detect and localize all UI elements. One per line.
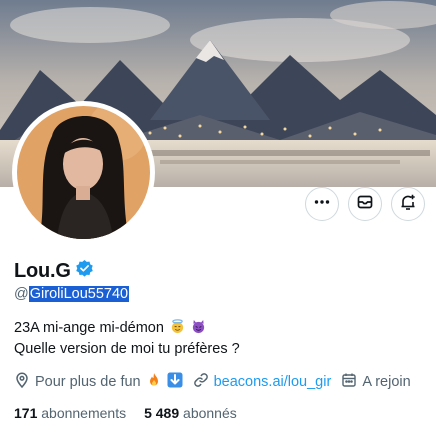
notify-button[interactable] — [391, 187, 425, 221]
bio: 23A mi-ange mi-démon Quelle version de m… — [14, 318, 240, 360]
location-text: Pour plus de fun — [35, 374, 141, 390]
bio-line-1: 23A mi-ange mi-démon — [14, 320, 164, 336]
followers-label: abonnés — [183, 405, 237, 421]
following-link[interactable]: 171 abonnements — [14, 405, 126, 421]
envelope-icon — [356, 193, 374, 216]
location-item: Pour plus de fun — [14, 372, 183, 392]
bio-line-2: Quelle version de moi tu préfères ? — [14, 341, 240, 357]
followers-count: 5 489 — [144, 405, 180, 421]
profile-meta: Pour plus de fun beacons.ai/lou_gir A re… — [14, 371, 436, 393]
followers-link[interactable]: 5 489 abonnés — [144, 405, 237, 421]
handle-prefix: @ — [14, 286, 29, 302]
angel-emoji-icon — [170, 319, 185, 334]
location-pin-icon — [14, 372, 30, 392]
link-icon — [193, 372, 209, 392]
follow-stats: 171 abonnements 5 489 abonnés — [14, 405, 237, 421]
handle: @GiroliLou55740 — [14, 286, 130, 302]
following-count: 171 — [14, 405, 38, 421]
handle-selected-text[interactable]: GiroliLou55740 — [28, 286, 130, 302]
joined-item: A rejoin — [341, 372, 411, 392]
bell-plus-icon — [399, 193, 417, 216]
following-label: abonnements — [41, 405, 127, 421]
down-arrow-emoji-icon — [167, 372, 183, 392]
joined-text: A rejoin — [362, 374, 411, 390]
message-button[interactable] — [348, 187, 382, 221]
verified-badge-icon[interactable] — [75, 259, 94, 283]
website-item: beacons.ai/lou_gir — [193, 372, 332, 392]
more-icon — [313, 193, 331, 216]
devil-emoji-icon — [191, 319, 206, 334]
calendar-icon — [341, 372, 357, 392]
display-name: Lou.G — [14, 259, 71, 282]
name-row: Lou.G — [14, 259, 94, 283]
avatar[interactable] — [12, 101, 155, 244]
website-link[interactable]: beacons.ai/lou_gir — [214, 374, 332, 390]
more-button[interactable] — [305, 187, 339, 221]
fire-emoji-icon — [146, 372, 162, 392]
